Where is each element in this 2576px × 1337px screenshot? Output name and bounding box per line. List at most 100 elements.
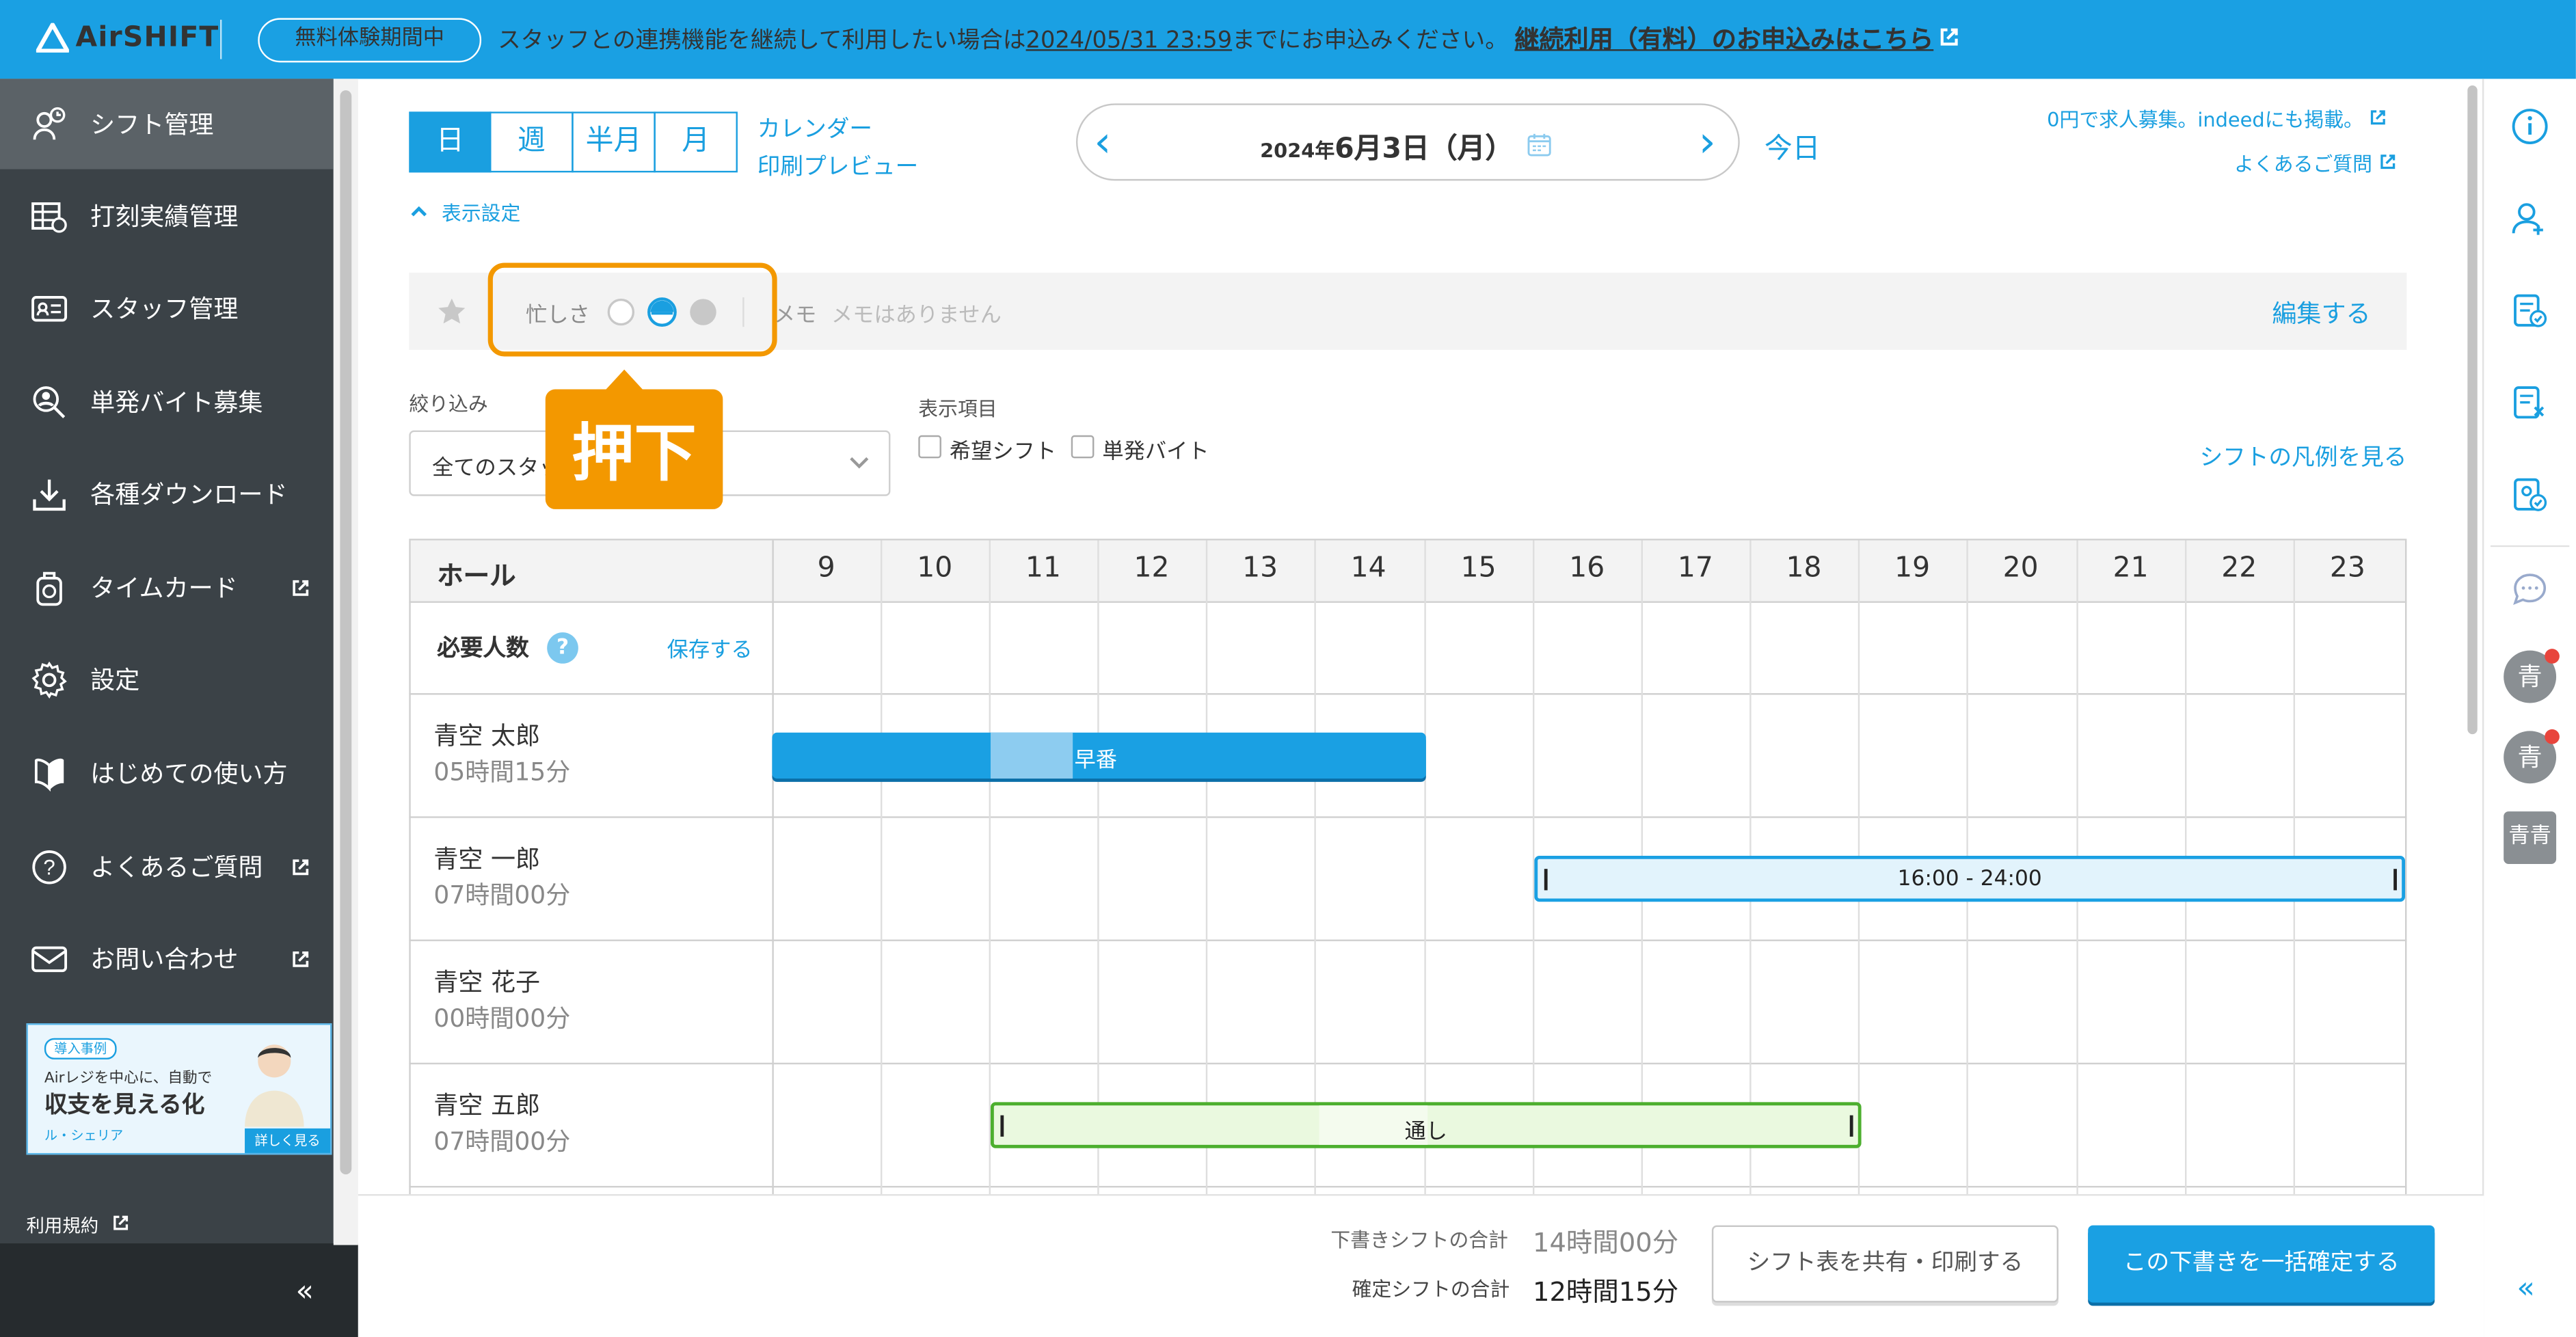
shift-bar-early[interactable]: 早番 bbox=[772, 732, 1426, 779]
current-date: 2024年6月3日（月） bbox=[1260, 125, 1513, 166]
download-icon bbox=[33, 478, 66, 510]
rail-divider bbox=[2490, 545, 2570, 548]
resize-handle-right[interactable] bbox=[1849, 1115, 1853, 1137]
banner-more-link[interactable]: 詳しく見る bbox=[245, 1128, 331, 1153]
wish-shift-checkbox[interactable] bbox=[918, 435, 941, 459]
case-study-banner[interactable]: 導入事例 Airレジを中心に、自動で 収支を見える化 ル・シェリア 詳しく見る bbox=[26, 1023, 332, 1155]
unread-badge bbox=[2545, 729, 2560, 744]
today-button[interactable]: 今日 bbox=[1765, 125, 1821, 166]
employee-name[interactable]: 青空 太郎 bbox=[433, 718, 540, 752]
sidebar-item-shift[interactable]: シフト管理 bbox=[0, 79, 334, 170]
continue-subscription-link[interactable]: 継続利用（有料）のお申込みはこちら bbox=[1514, 21, 1933, 55]
calendar-link-line-2: 印刷プレビュー bbox=[757, 154, 919, 181]
shift-reject-icon[interactable] bbox=[2510, 383, 2550, 422]
hour-label: 12 bbox=[1133, 552, 1170, 585]
star-icon[interactable] bbox=[437, 297, 466, 325]
shift-bar-late[interactable]: 16:00 - 24:00 bbox=[1534, 855, 2405, 902]
edit-memo-button[interactable]: 編集する bbox=[2272, 296, 2370, 330]
sidebar-item-faq[interactable]: ? よくあるご質問 bbox=[0, 822, 334, 912]
add-user-icon[interactable] bbox=[2510, 199, 2550, 239]
display-settings-toggle[interactable]: 表示設定 bbox=[409, 199, 520, 227]
mail-icon bbox=[31, 945, 68, 971]
hour-label: 18 bbox=[1786, 552, 1822, 585]
info-icon[interactable] bbox=[2510, 107, 2550, 146]
sidebar-item-beginner[interactable]: はじめての使い方 bbox=[0, 728, 334, 818]
recruit-icon bbox=[33, 385, 66, 418]
tab-week[interactable]: 週 bbox=[489, 111, 574, 173]
app-logo[interactable]: AirSHIFT bbox=[36, 21, 219, 54]
prev-day-button[interactable]: ‹ bbox=[1094, 118, 1111, 167]
shift-bar-full[interactable]: 通し bbox=[991, 1102, 1862, 1148]
tab-day[interactable]: 日 bbox=[409, 111, 492, 173]
faq-label: よくあるご質問 bbox=[2234, 152, 2372, 176]
sidebar-item-download[interactable]: 各種ダウンロード bbox=[0, 448, 334, 539]
sidebar-item-label: 単発バイト募集 bbox=[90, 388, 263, 418]
help-icon[interactable]: ? bbox=[547, 632, 578, 664]
single-job-checkbox[interactable] bbox=[1071, 435, 1095, 459]
shift-icon bbox=[33, 106, 66, 139]
external-link-icon bbox=[1940, 28, 1958, 46]
right-rail-collapse-button[interactable]: « bbox=[2517, 1271, 2534, 1306]
calendar-icon[interactable] bbox=[1526, 131, 1552, 157]
sidebar-collapse-button[interactable]: « bbox=[296, 1275, 314, 1309]
shift-approve-icon[interactable] bbox=[2510, 474, 2550, 514]
banner-line-1: Airレジを中心に、自動で bbox=[44, 1070, 213, 1088]
grid-col-line bbox=[1205, 540, 1208, 1196]
chevron-down-icon bbox=[850, 457, 869, 469]
gear-icon bbox=[31, 660, 67, 698]
single-job-label: 単発バイト bbox=[1102, 440, 1209, 465]
external-link-icon bbox=[112, 1215, 127, 1230]
sidebar-item-recruit[interactable]: 単発バイト募集 bbox=[0, 356, 334, 446]
save-required-button[interactable]: 保存する bbox=[667, 632, 753, 664]
sidebar-item-contact[interactable]: お問い合わせ bbox=[0, 913, 334, 1003]
shift-request-icon[interactable] bbox=[2510, 291, 2550, 330]
tab-half-month[interactable]: 半月 bbox=[572, 111, 656, 173]
shift-legend-link[interactable]: シフトの凡例を見る bbox=[2200, 440, 2407, 473]
job-posting-link[interactable]: 0円で求人募集。indeedにも掲載。 bbox=[2047, 105, 2387, 133]
sidebar-item-timecard[interactable]: タイムカード bbox=[0, 542, 334, 632]
hour-label: 17 bbox=[1677, 552, 1713, 585]
svg-text:?: ? bbox=[43, 854, 55, 878]
grid-row-line bbox=[409, 939, 2407, 941]
calendar-print-link[interactable]: カレンダー 印刷プレビュー bbox=[757, 111, 918, 182]
banner-tag: 導入事例 bbox=[44, 1038, 117, 1059]
share-print-button[interactable]: シフト表を共有・印刷する bbox=[1711, 1225, 2058, 1303]
grid-row-line bbox=[409, 601, 2407, 603]
notice-suffix: までにお申込みください。 bbox=[1232, 27, 1508, 55]
grid-col-line bbox=[772, 540, 774, 1196]
sidebar-item-timesheet[interactable]: 打刻実績管理 bbox=[0, 171, 334, 261]
confirm-all-button[interactable]: この下書きを一括確定する bbox=[2088, 1225, 2435, 1303]
hour-label: 20 bbox=[2002, 552, 2039, 585]
employee-hours: 07時間00分 bbox=[433, 880, 571, 910]
employee-name[interactable]: 青空 一郎 bbox=[433, 841, 540, 875]
section-title: ホール bbox=[437, 560, 516, 592]
shift-break-segment bbox=[991, 732, 1073, 779]
sidebar-scrollbar-thumb[interactable] bbox=[340, 90, 352, 1175]
chat-icon[interactable] bbox=[2510, 570, 2550, 610]
hour-label: 10 bbox=[917, 552, 953, 585]
logo-text: AirSHIFT bbox=[75, 21, 219, 55]
grid-col-line bbox=[881, 540, 883, 1196]
tab-month[interactable]: 月 bbox=[654, 111, 738, 173]
employee-name[interactable]: 青空 五郎 bbox=[433, 1088, 540, 1122]
job-posting-label: 0円で求人募集。indeedにも掲載。 bbox=[2047, 108, 2363, 132]
faq-link[interactable]: よくあるご質問 bbox=[2234, 150, 2397, 178]
press-tooltip: 押下 bbox=[545, 389, 723, 509]
resize-handle-right[interactable] bbox=[2393, 869, 2397, 891]
notice-deadline: 2024/05/31 23:59 bbox=[1025, 27, 1233, 55]
sidebar-item-settings[interactable]: 設定 bbox=[0, 634, 334, 725]
sidebar-item-staff[interactable]: スタッフ管理 bbox=[0, 262, 334, 353]
terms-link[interactable]: 利用規約 bbox=[26, 1212, 129, 1238]
calendar-link-line-1: カレンダー bbox=[757, 116, 872, 144]
right-rail-divider bbox=[2482, 79, 2484, 1337]
grid-row-line bbox=[409, 1185, 2407, 1188]
main-scrollbar-thumb[interactable] bbox=[2467, 85, 2478, 735]
memo-empty-text: メモはありません bbox=[831, 303, 1002, 329]
hour-label: 23 bbox=[2329, 552, 2365, 585]
next-day-button[interactable]: › bbox=[1699, 118, 1716, 167]
employee-name[interactable]: 青空 花子 bbox=[433, 964, 540, 999]
display-items-label: 表示項目 bbox=[918, 397, 997, 421]
external-link-icon bbox=[2380, 154, 2395, 170]
avatar[interactable]: 青青 bbox=[2504, 811, 2557, 864]
confirmed-total-label: 確定シフトの合計 bbox=[1352, 1278, 1510, 1301]
